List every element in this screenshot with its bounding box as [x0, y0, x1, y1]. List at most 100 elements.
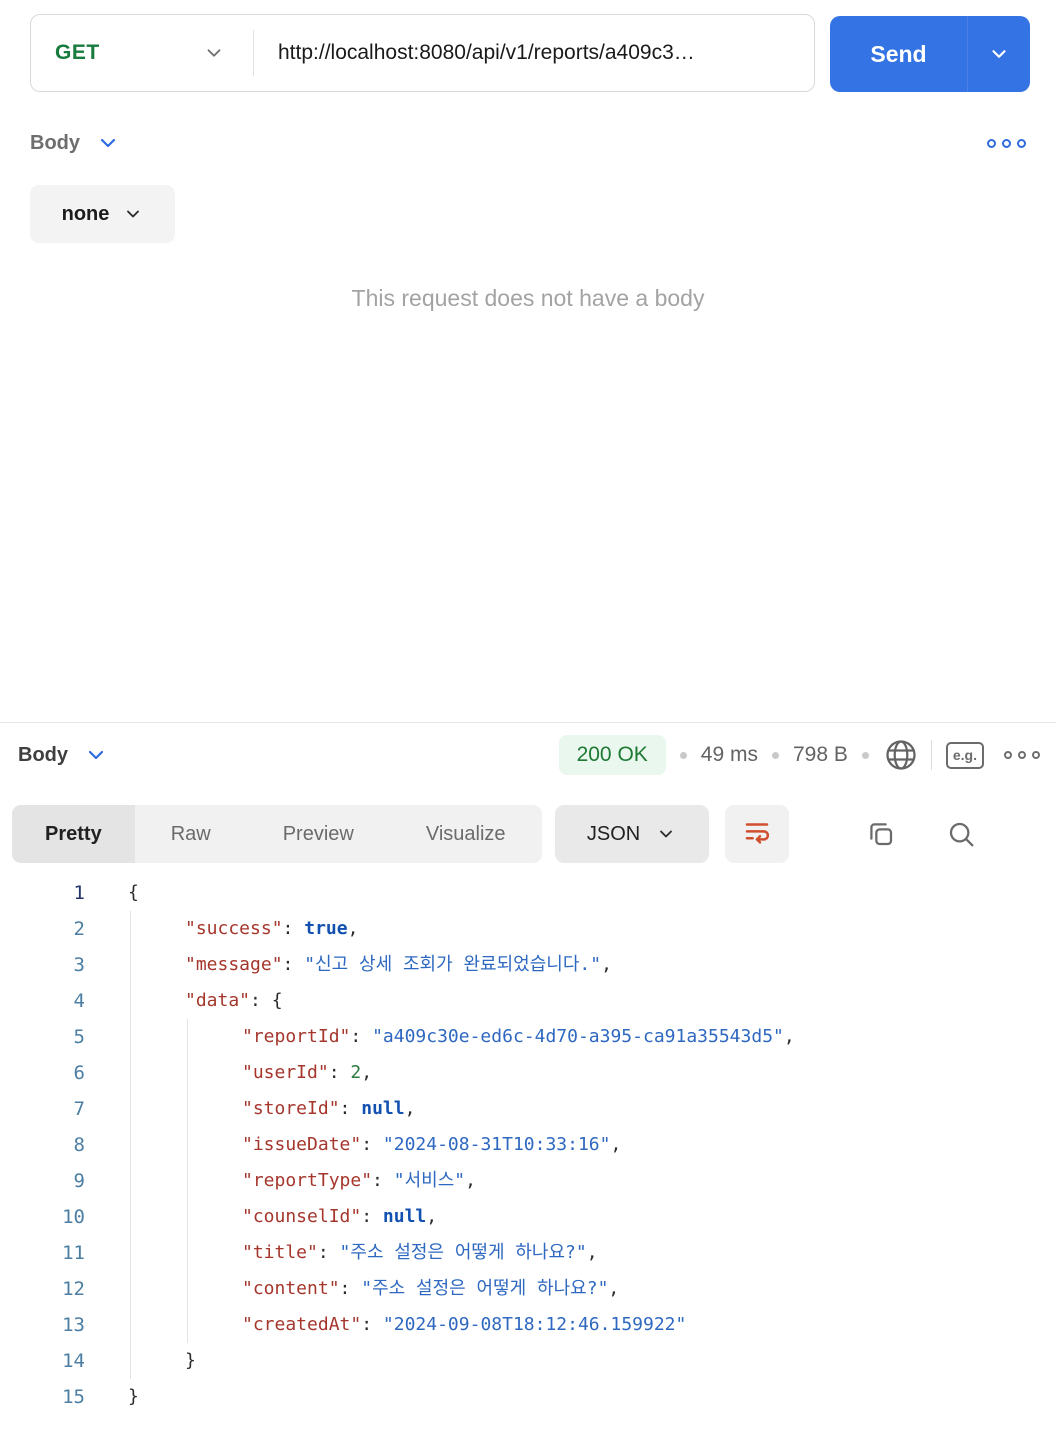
code-text: "title": "주소 설정은 어떻게 하나요?",	[128, 1235, 598, 1271]
response-toolbar: Pretty Raw Preview Visualize JSON	[12, 805, 1044, 863]
tab-raw[interactable]: Raw	[135, 805, 247, 863]
search-icon[interactable]	[945, 818, 977, 850]
line-number[interactable]: 13	[0, 1307, 85, 1343]
line-number[interactable]: 5	[0, 1019, 85, 1055]
indent-guide	[130, 1055, 131, 1091]
body-section-label: Body	[30, 131, 80, 154]
wrap-text-button[interactable]	[724, 805, 789, 863]
pane-divider	[0, 722, 1056, 723]
indent-guide	[130, 1091, 131, 1127]
separator-dot	[771, 751, 779, 759]
response-body-label: Body	[18, 743, 68, 766]
code-text: "message": "신고 상세 조회가 완료되었습니다.",	[128, 947, 612, 983]
indent-guide	[130, 1307, 131, 1343]
format-label: JSON	[586, 822, 641, 845]
dot	[1018, 751, 1026, 759]
code-line: 12 "content": "주소 설정은 어떻게 하나요?",	[0, 1271, 1056, 1307]
line-number[interactable]: 15	[0, 1379, 85, 1415]
copy-button[interactable]	[865, 818, 897, 850]
indent-guide	[130, 983, 131, 1019]
line-number[interactable]: 6	[0, 1055, 85, 1091]
tab-preview[interactable]: Preview	[247, 805, 390, 863]
code-text: {	[128, 882, 139, 903]
tab-pretty[interactable]: Pretty	[12, 805, 135, 863]
format-dropdown[interactable]: JSON	[554, 805, 709, 863]
code-line: 5 "reportId": "a409c30e-ed6c-4d70-a395-ca…	[0, 1019, 1056, 1055]
response-body-viewer: 1{2 "success": true, 3 "message": "신고 상세 조회…	[0, 875, 1056, 1415]
indent-guide	[187, 1307, 188, 1343]
method-dropdown[interactable]: GET	[31, 15, 253, 91]
line-number[interactable]: 7	[0, 1091, 85, 1127]
separator-dot	[679, 751, 687, 759]
indent-guide	[187, 1163, 188, 1199]
line-number[interactable]: 12	[0, 1271, 85, 1307]
code-line: 9 "reportType": "서비스",	[0, 1163, 1056, 1199]
dot	[1004, 751, 1012, 759]
indent-guide	[130, 1343, 131, 1379]
code-line: 1{	[0, 875, 1056, 911]
code-line: 6 "userId": 2,	[0, 1055, 1056, 1091]
code-text: "issueDate": "2024-08-31T10:33:16",	[128, 1127, 621, 1163]
line-number[interactable]: 11	[0, 1235, 85, 1271]
line-number[interactable]: 9	[0, 1163, 85, 1199]
line-number[interactable]: 14	[0, 1343, 85, 1379]
code-text: "success": true,	[128, 911, 358, 947]
chevron-down-icon	[656, 824, 676, 844]
api-client-window: GET http://localhost:8080/api/v1/reports…	[0, 0, 1056, 1432]
more-options-icon[interactable]	[987, 138, 1026, 148]
indent-guide	[130, 1199, 131, 1235]
line-number[interactable]: 3	[0, 947, 85, 983]
indent-guide	[130, 947, 131, 983]
code-line: 15}	[0, 1379, 1056, 1415]
code-text: "content": "주소 설정은 어떻게 하나요?",	[128, 1271, 619, 1307]
chevron-down-icon[interactable]	[84, 743, 108, 767]
code-line: 10 "counselId": null,	[0, 1199, 1056, 1235]
body-type-label: none	[61, 202, 110, 225]
method-label: GET	[55, 41, 100, 64]
chevron-down-icon[interactable]	[96, 131, 120, 155]
example-icon[interactable]: e.g.	[945, 741, 984, 769]
line-number[interactable]: 2	[0, 911, 85, 947]
empty-body-message: This request does not have a body	[351, 285, 705, 311]
line-number[interactable]: 10	[0, 1199, 85, 1235]
indent-guide	[130, 1019, 131, 1055]
line-number[interactable]: 8	[0, 1127, 85, 1163]
send-button-label: Send	[870, 40, 927, 67]
status-badge[interactable]: 200 OK	[558, 735, 666, 775]
indent-guide	[187, 1235, 188, 1271]
code-line: 13 "createdAt": "2024-09-08T18:12:46.1599…	[0, 1307, 1056, 1343]
send-button[interactable]: Send	[830, 16, 1030, 92]
indent-guide	[130, 1163, 131, 1199]
chevron-down-icon	[203, 42, 225, 64]
response-size[interactable]: 798 B	[793, 743, 848, 767]
line-number[interactable]: 4	[0, 983, 85, 1019]
body-type-dropdown[interactable]: none	[30, 185, 175, 243]
dot	[1002, 138, 1011, 148]
code-text: "userId": 2,	[128, 1055, 372, 1091]
wrap-text-icon	[742, 817, 772, 852]
dot	[987, 138, 996, 148]
dot	[1017, 138, 1026, 148]
indent-guide	[187, 1199, 188, 1235]
code-line: 3 "message": "신고 상세 조회가 완료되었습니다.",	[0, 947, 1056, 983]
code-line: 7 "storeId": null,	[0, 1091, 1056, 1127]
code-text: }	[128, 1343, 196, 1379]
indent-guide	[187, 1127, 188, 1163]
globe-icon[interactable]	[883, 737, 919, 773]
tab-visualize[interactable]: Visualize	[390, 805, 542, 863]
indent-guide	[187, 1055, 188, 1091]
line-number[interactable]: 1	[0, 875, 85, 911]
indent-guide	[130, 1127, 131, 1163]
separator-dot	[861, 751, 869, 759]
code-line: 4 "data": {	[0, 983, 1056, 1019]
url-input[interactable]: http://localhost:8080/api/v1/reports/a40…	[278, 41, 796, 65]
response-time[interactable]: 49 ms	[701, 743, 758, 767]
code-text: "reportId": "a409c30e-ed6c-4d70-a395-ca9…	[128, 1019, 795, 1055]
view-tabs: Pretty Raw Preview Visualize	[12, 805, 542, 863]
chevron-down-icon[interactable]	[968, 43, 1030, 65]
code-line: 11 "title": "주소 설정은 어떻게 하나요?",	[0, 1235, 1056, 1271]
request-url-bar: GET http://localhost:8080/api/v1/reports…	[30, 14, 815, 92]
request-body-header: Body	[30, 127, 1026, 159]
more-options-icon[interactable]	[1004, 751, 1040, 759]
indent-guide	[130, 1235, 131, 1271]
